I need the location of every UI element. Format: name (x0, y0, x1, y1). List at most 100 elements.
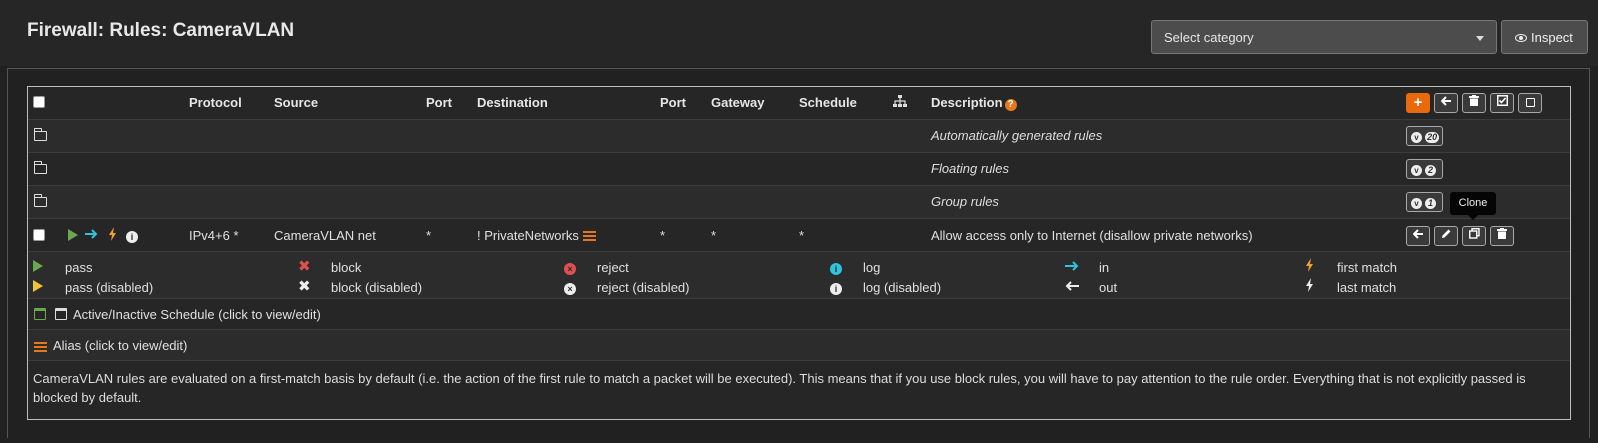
clone-icon (1468, 228, 1480, 239)
help-icon[interactable]: ? (1004, 99, 1017, 111)
rules-table: Protocol Source Port Destination Port Ga… (27, 86, 1571, 420)
legend-pass: pass (65, 260, 93, 275)
legend-reject: reject (597, 260, 629, 275)
caret-down-icon (1476, 36, 1484, 41)
lightning-icon (1305, 258, 1314, 275)
pass-disabled-icon (33, 280, 43, 295)
header-description: Description? (931, 95, 1017, 111)
legend-first-match: first match (1337, 260, 1397, 275)
alias-note: Alias (click to view/edit) (53, 338, 188, 353)
group-row-floating[interactable]: Floating rules v 2 (28, 153, 1570, 186)
play-icon[interactable] (68, 229, 78, 244)
select-all-checkbox[interactable] (33, 96, 45, 108)
calendar-icon (34, 307, 46, 322)
arrow-left-icon (1412, 229, 1423, 239)
delete-selected-button[interactable] (1462, 93, 1486, 113)
reject-icon: × (564, 260, 576, 275)
pencil-icon (1441, 229, 1450, 238)
expand-group-button[interactable]: v 20 (1406, 126, 1443, 146)
legend-pass-disabled: pass (disabled) (65, 280, 154, 295)
rule-destination: ! PrivateNetworks (477, 228, 596, 243)
block-disabled-icon: ✖ (298, 278, 311, 295)
trash-icon (1497, 228, 1507, 239)
reject-disabled-icon: × (564, 280, 576, 295)
trash-icon (1469, 95, 1479, 106)
rule-gateway: * (711, 228, 717, 243)
rule-source-port: * (426, 228, 432, 243)
disable-selected-button[interactable] (1518, 93, 1542, 113)
chevron-down-icon: v (1411, 132, 1422, 143)
eye-icon (1515, 34, 1527, 42)
group-label: Floating rules (931, 161, 1010, 176)
table-row: i IPv4+6 * CameraVLAN net * ! PrivateNet… (28, 219, 1570, 252)
rule-schedule: * (799, 228, 805, 243)
enable-selected-button[interactable] (1490, 93, 1514, 113)
group-count: 20 (1425, 132, 1440, 143)
inspect-button[interactable]: Inspect (1501, 20, 1588, 54)
group-row-group[interactable]: Group rules v 1 (28, 186, 1570, 219)
header-source-port: Port (426, 95, 452, 110)
group-count: 1 (1425, 198, 1437, 209)
arrow-left-icon (1064, 280, 1080, 295)
category-select[interactable]: Select category (1151, 20, 1497, 54)
rule-destination-label: ! PrivateNetworks (477, 228, 579, 243)
calendar-icon (55, 307, 67, 322)
lightning-icon (108, 227, 117, 244)
arrow-right-icon (84, 228, 99, 243)
folder-icon (33, 128, 47, 141)
expand-group-button[interactable]: v 1 (1406, 192, 1443, 212)
group-row-automatic[interactable]: Automatically generated rules v 20 (28, 120, 1570, 153)
legend-out: out (1099, 280, 1118, 295)
table-header-row: Protocol Source Port Destination Port Ga… (28, 87, 1570, 120)
chevron-down-icon: v (1411, 165, 1422, 176)
rule-checkbox[interactable] (33, 229, 45, 241)
header-description-label: Description (931, 95, 1003, 110)
arrow-left-icon (1440, 96, 1451, 106)
legend-reject-disabled: reject (disabled) (597, 280, 690, 295)
arrow-right-icon (1064, 260, 1080, 275)
block-icon: ✖ (298, 258, 311, 275)
page-title: Firewall: Rules: CameraVLAN (27, 20, 295, 41)
header-source: Source (274, 95, 319, 110)
log-icon: i (830, 260, 842, 275)
check-square-icon (1496, 95, 1508, 106)
info-icon[interactable]: i (126, 228, 138, 243)
header-gateway: Gateway (711, 95, 765, 110)
legend-block: block (331, 260, 362, 275)
rules-evaluation-note: CameraVLAN rules are evaluated on a firs… (33, 371, 1526, 405)
delete-rule-button[interactable] (1490, 226, 1514, 246)
square-icon (1525, 98, 1535, 107)
log-disabled-icon: i (830, 280, 842, 295)
list-icon[interactable] (582, 231, 596, 241)
chevron-down-icon: v (1411, 198, 1422, 209)
group-label: Automatically generated rules (931, 128, 1103, 143)
pass-icon (33, 260, 43, 275)
legend-row: pass pass (disabled) ✖ block ✖ block (di… (28, 252, 1570, 299)
header-dest-port: Port (660, 95, 686, 110)
sitemap-icon (893, 95, 907, 111)
legend-log-disabled: log (disabled) (863, 280, 942, 295)
alias-note-row: Alias (click to view/edit) (28, 330, 1570, 361)
schedule-note-row: Active/Inactive Schedule (click to view/… (28, 299, 1570, 330)
header-protocol: Protocol (189, 95, 242, 110)
schedule-note: Active/Inactive Schedule (click to view/… (73, 307, 321, 322)
clone-rule-button[interactable] (1462, 226, 1486, 246)
rule-protocol: IPv4+6 * (189, 228, 239, 243)
add-rule-button[interactable]: + (1406, 93, 1430, 113)
rule-dest-port: * (660, 228, 666, 243)
header-schedule: Schedule (799, 95, 857, 110)
move-button[interactable] (1434, 93, 1458, 113)
group-label: Group rules (931, 194, 999, 209)
group-count: 2 (1425, 165, 1437, 176)
legend-log: log (863, 260, 881, 275)
page-header: Firewall: Rules: CameraVLAN Select categ… (0, 0, 1598, 66)
expand-group-button[interactable]: v 2 (1406, 159, 1443, 179)
rule-description: Allow access only to Internet (disallow … (931, 228, 1253, 243)
folder-icon (33, 194, 47, 207)
legend-last-match: last match (1337, 280, 1397, 295)
rule-source: CameraVLAN net (274, 228, 376, 243)
legend-block-disabled: block (disabled) (331, 280, 423, 295)
edit-rule-button[interactable] (1434, 226, 1458, 246)
inspect-label: Inspect (1531, 30, 1573, 45)
move-rule-button[interactable] (1406, 226, 1430, 246)
